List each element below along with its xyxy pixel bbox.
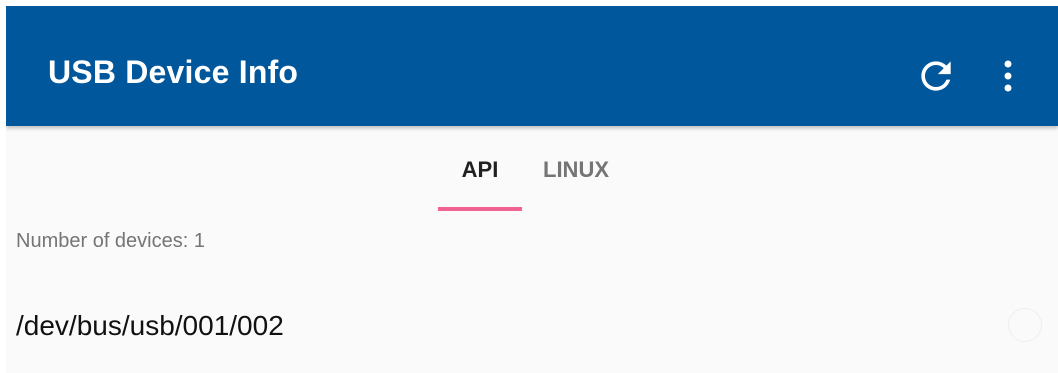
app-screen: USB Device Info API LINUX Number of devi… (6, 6, 1058, 373)
device-select-radio[interactable] (1008, 308, 1042, 342)
tab-indicator (438, 207, 522, 211)
device-count-label: Number of devices: 1 (16, 230, 205, 252)
more-vert-icon (1004, 60, 1012, 92)
refresh-button[interactable] (910, 50, 962, 102)
refresh-icon (921, 61, 951, 91)
tab-linux[interactable]: LINUX (530, 156, 622, 184)
tab-api[interactable]: API (438, 156, 522, 184)
device-list-item[interactable]: /dev/bus/usb/001/002 (6, 296, 1058, 356)
tab-bar: API LINUX (6, 126, 1058, 212)
device-path: /dev/bus/usb/001/002 (16, 310, 284, 341)
app-bar: USB Device Info (6, 6, 1058, 126)
app-title: USB Device Info (48, 54, 299, 90)
more-options-button[interactable] (990, 50, 1026, 102)
